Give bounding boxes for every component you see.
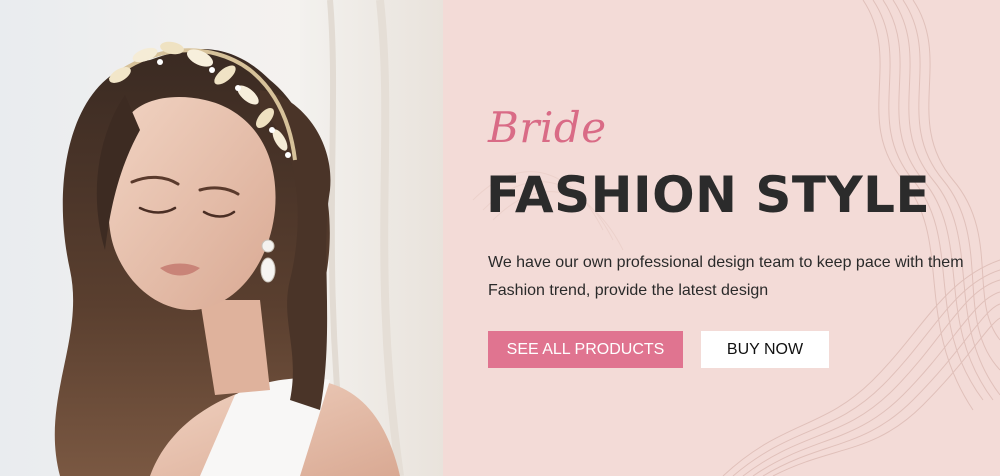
description-line-2: Fashion trend, provide the latest design: [488, 282, 769, 299]
hero-banner: Bride FASHION STYLE We have our own prof…: [0, 0, 1000, 476]
description-line-1: We have our own professional design team…: [488, 254, 964, 271]
see-all-products-button[interactable]: SEE ALL PRODUCTS: [488, 331, 683, 368]
bride-photo: [0, 0, 443, 476]
script-title: Bride: [488, 103, 607, 152]
bride-portrait-image: [54, 0, 443, 476]
hero-content: Bride FASHION STYLE We have our own prof…: [443, 0, 1000, 476]
buy-now-button[interactable]: BUY NOW: [701, 331, 829, 368]
wavy-line-pattern-icon: [472, 0, 1000, 476]
page-title: FASHION STYLE: [486, 166, 931, 224]
